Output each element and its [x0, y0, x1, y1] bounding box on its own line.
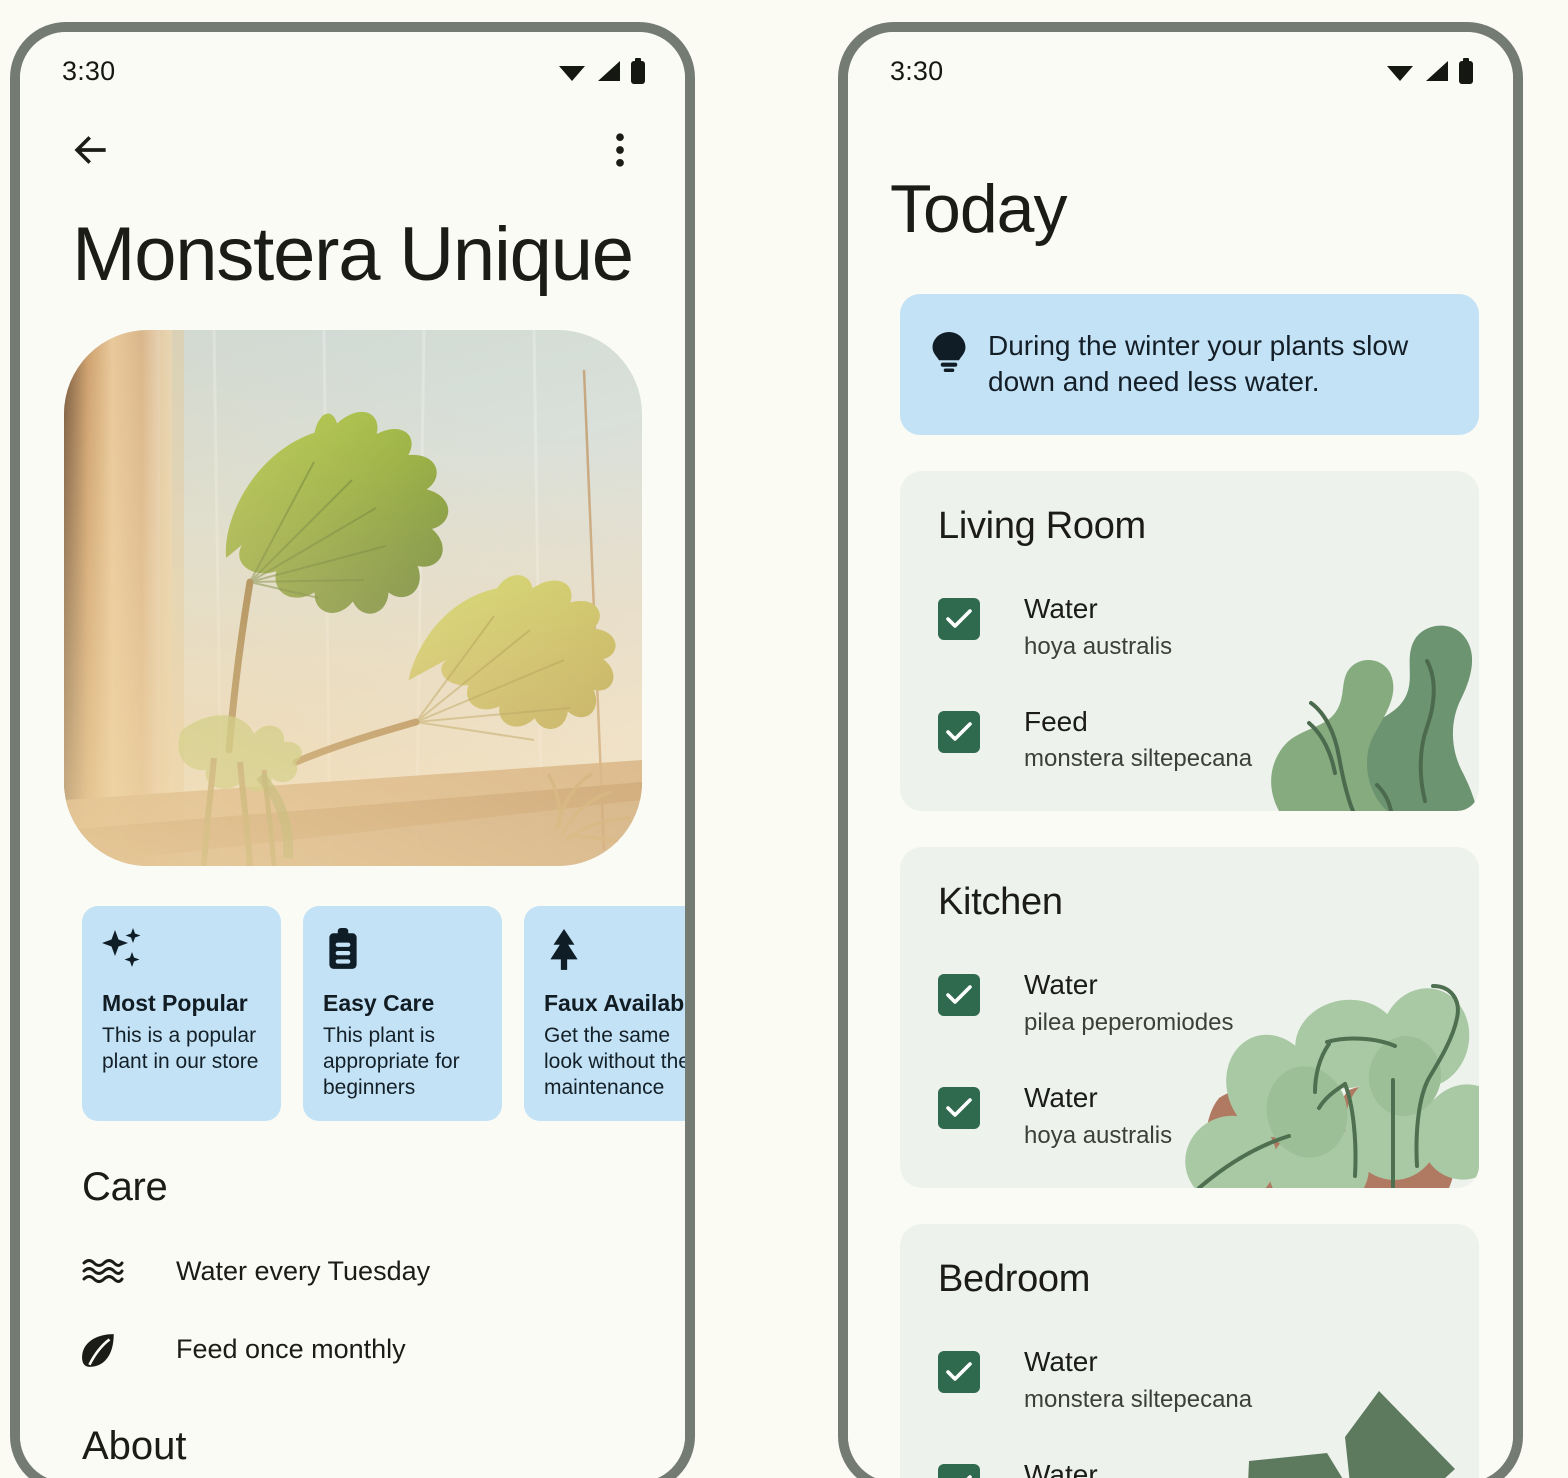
task-row[interactable]: Water monstera siltepecana — [938, 1345, 1449, 1414]
right-screen: 3:30 Today During the winter your plants… — [848, 32, 1513, 1478]
room-title: Living Room — [938, 504, 1146, 547]
task-plant: hoya australis — [1024, 1121, 1173, 1149]
page-title: Today — [890, 171, 1067, 247]
app-bar — [20, 110, 685, 190]
task-checkbox[interactable] — [938, 710, 980, 753]
task-action: Water — [1024, 1345, 1098, 1377]
room-card-living-room[interactable]: Living Room Water hoya australis Feed mo… — [900, 470, 1479, 812]
task-row[interactable]: Water hoya australis — [938, 1082, 1449, 1150]
chip-description: This plant is appropriate for beginners — [323, 1023, 460, 1099]
left-screen: 3:30 Monstera Unique Most Popular This i… — [20, 32, 685, 1478]
tip-text: During the winter your plants slow down … — [988, 330, 1409, 398]
task-action: Water — [1024, 592, 1098, 624]
task-plant: monstera siltepecana — [1024, 1385, 1253, 1413]
room-title: Bedroom — [938, 1257, 1091, 1300]
task-content: Water philodendron brandi — [1024, 1458, 1236, 1478]
care-item-label: Water every Tuesday — [176, 1256, 431, 1287]
care-list: Water every Tuesday Feed once monthly — [20, 1210, 685, 1382]
task-content: Water monstera siltepecana — [1024, 1345, 1253, 1414]
care-heading: Care — [82, 1164, 168, 1209]
task-content: Water hoya australis — [1024, 1082, 1173, 1150]
chip-title: Most Popular — [102, 989, 248, 1016]
room-card-bedroom[interactable]: Bedroom Water monstera siltepecana Water — [900, 1223, 1479, 1478]
sparkle-icon — [102, 927, 261, 972]
tree-icon — [544, 928, 685, 972]
status-bar: 3:30 — [848, 32, 1513, 110]
task-row[interactable]: Water pilea peperomiodes — [938, 970, 1449, 1037]
water-waves-icon — [82, 1257, 138, 1287]
task-checkbox[interactable] — [938, 974, 980, 1017]
care-item-water: Water every Tuesday — [82, 1240, 685, 1304]
care-item-feed: Feed once monthly — [82, 1318, 685, 1382]
task-content: Water pilea peperomiodes — [1024, 970, 1233, 1037]
overflow-menu-button[interactable] — [597, 127, 643, 173]
task-action: Water — [1024, 969, 1098, 1001]
about-heading: About — [82, 1423, 187, 1468]
status-time: 3:30 — [62, 55, 116, 86]
room-card-kitchen[interactable]: Kitchen Water pilea peperomiodes Water h… — [900, 847, 1479, 1188]
more-vert-icon — [616, 133, 624, 167]
plant-hero-image — [63, 329, 642, 866]
back-arrow-icon — [74, 136, 106, 164]
task-checkbox[interactable] — [938, 1087, 980, 1130]
check-icon — [946, 721, 972, 741]
status-time: 3:30 — [890, 55, 944, 86]
battery-icon — [1459, 58, 1473, 84]
plant-photo — [63, 329, 642, 866]
task-plant: hoya australis — [1024, 632, 1173, 660]
room-title: Kitchen — [938, 881, 1063, 924]
check-icon — [946, 608, 972, 628]
status-icons — [557, 58, 647, 84]
task-action: Water — [1024, 1458, 1098, 1478]
attribute-chips: Most Popular This is a popular plant in … — [20, 905, 685, 1121]
task-row[interactable]: Water philodendron brandi — [938, 1458, 1449, 1478]
clipboard-icon — [323, 927, 482, 972]
page-title: Monstera Unique — [72, 212, 634, 297]
task-plant: monstera siltepecana — [1024, 745, 1253, 773]
chip-description: Get the same look without the maintenanc… — [544, 1023, 685, 1099]
lightbulb-icon — [932, 332, 966, 372]
task-content: Feed monstera siltepecana — [1024, 705, 1253, 774]
wifi-icon — [559, 66, 585, 81]
check-icon — [946, 1362, 972, 1381]
battery-icon — [631, 58, 645, 84]
chip-easy-care[interactable]: Easy Care This plant is appropriate for … — [303, 905, 502, 1121]
chip-title: Faux Available — [544, 989, 685, 1016]
phone-left-plant-detail: 3:30 Monstera Unique Most Popular This i… — [10, 22, 695, 1478]
check-icon — [946, 1098, 972, 1117]
task-checkbox[interactable] — [938, 1350, 980, 1393]
care-item-label: Feed once monthly — [176, 1334, 406, 1365]
status-bar: 3:30 — [20, 32, 685, 110]
task-row[interactable]: Water hoya australis — [938, 592, 1449, 661]
tip-banner[interactable]: During the winter your plants slow down … — [900, 294, 1479, 435]
cellular-signal-icon — [1426, 61, 1448, 81]
task-action: Water — [1024, 1082, 1098, 1114]
status-icons — [1385, 58, 1475, 84]
check-icon — [946, 985, 972, 1005]
back-button[interactable] — [68, 127, 114, 173]
task-action: Feed — [1024, 705, 1088, 737]
task-plant: pilea peperomiodes — [1024, 1009, 1234, 1037]
task-row[interactable]: Feed monstera siltepecana — [938, 705, 1449, 774]
leaf-icon — [82, 1331, 138, 1369]
chip-description: This is a popular plant in our store — [102, 1023, 259, 1073]
cellular-signal-icon — [598, 61, 620, 81]
task-checkbox[interactable] — [938, 597, 980, 640]
phone-right-today: 3:30 Today During the winter your plants… — [838, 22, 1523, 1478]
screenshot-stage: 3:30 Monstera Unique Most Popular This i… — [0, 0, 1568, 1478]
task-content: Water hoya australis — [1024, 592, 1173, 661]
wifi-icon — [1387, 66, 1413, 81]
task-checkbox[interactable] — [938, 1463, 980, 1478]
chip-most-popular[interactable]: Most Popular This is a popular plant in … — [82, 905, 281, 1121]
chip-faux-available[interactable]: Faux Available Get the same look without… — [524, 905, 685, 1121]
chip-title: Easy Care — [323, 989, 435, 1016]
